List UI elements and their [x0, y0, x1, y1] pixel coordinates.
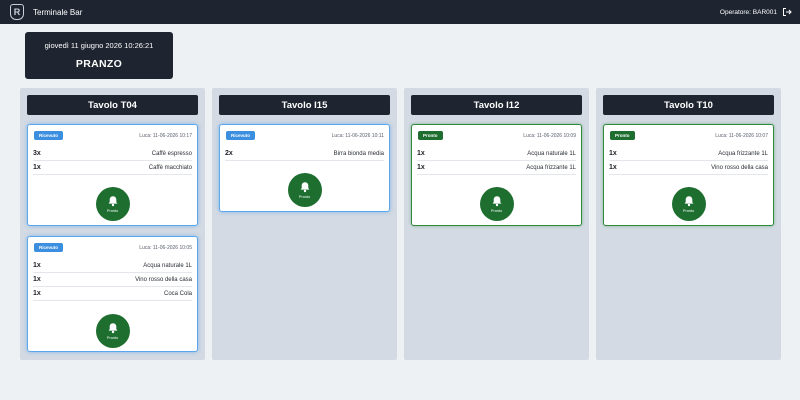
item-qty: 2x — [225, 150, 233, 157]
order-item: 1x Caffè macchiato — [33, 161, 192, 175]
bell-icon — [492, 196, 501, 207]
order-card[interactable]: Pronto Luca: 11-06-2026 10:09 1x Acqua n… — [411, 124, 582, 226]
order-item: 1x Acqua frizzante 1L — [609, 147, 768, 161]
item-name: Acqua frizzante 1L — [718, 150, 768, 157]
mark-ready-button[interactable]: Pronto — [479, 187, 514, 221]
status-badge: Pronto — [418, 131, 443, 140]
order-item: 2x Birra bionda media — [225, 147, 384, 161]
item-name: Coca Cola — [163, 290, 192, 297]
item-qty: 1x — [33, 290, 41, 297]
order-item: 3x Caffè espresso — [33, 147, 192, 161]
table-header: Tavolo T10 — [603, 95, 774, 115]
status-badge: Pronto — [610, 131, 635, 140]
shift-name: PRANZO — [75, 58, 123, 70]
ready-button-label: Pronto — [490, 209, 503, 213]
item-name: Caffè macchiato — [148, 164, 192, 171]
logout-icon[interactable] — [782, 7, 792, 17]
order-card[interactable]: Ricevuto Luca: 11-06-2026 10:05 1x Acqua… — [27, 236, 198, 352]
item-qty: 1x — [609, 164, 617, 171]
ready-button-label: Pronto — [106, 209, 119, 213]
item-name: Birra bionda media — [333, 150, 384, 157]
order-meta: Luca: 11-06-2026 10:17 — [139, 132, 192, 139]
item-qty: 1x — [609, 150, 617, 157]
mark-ready-button[interactable]: Pronto — [671, 187, 706, 221]
item-name: Acqua naturale 1L — [527, 150, 576, 157]
table-column-i15: Tavolo I15 Ricevuto Luca: 11-06-2026 10:… — [212, 88, 397, 360]
item-name: Vino rosso della casa — [135, 276, 192, 283]
table-header: Tavolo T04 — [27, 95, 198, 115]
order-meta: Luca: 11-06-2026 10:05 — [139, 244, 192, 251]
item-name: Vino rosso della casa — [711, 164, 768, 171]
ready-button-label: Pronto — [682, 209, 695, 213]
table-column-t10: Tavolo T10 Pronto Luca: 11-06-2026 10:07… — [596, 88, 781, 360]
app-title: Terminale Bar — [33, 7, 83, 17]
bell-icon — [684, 196, 693, 207]
order-meta: Luca: 11-06-2026 10:07 — [715, 132, 768, 139]
item-qty: 3x — [33, 150, 41, 157]
order-meta: Luca: 11-06-2026 10:09 — [523, 132, 576, 139]
item-qty: 1x — [33, 164, 41, 171]
table-column-i12: Tavolo I12 Pronto Luca: 11-06-2026 10:09… — [404, 88, 589, 360]
order-item: 1x Acqua frizzante 1L — [417, 161, 576, 175]
order-card[interactable]: Pronto Luca: 11-06-2026 10:07 1x Acqua f… — [603, 124, 774, 226]
bell-icon — [300, 182, 309, 193]
item-name: Acqua naturale 1L — [143, 262, 192, 269]
status-badge: Ricevuto — [34, 243, 64, 252]
item-name: Caffè espresso — [151, 150, 192, 157]
order-item: 1x Acqua naturale 1L — [33, 259, 192, 273]
table-column-t04: Tavolo T04 Ricevuto Luca: 11-06-2026 10:… — [20, 88, 205, 360]
order-meta: Luca: 11-06-2026 10:11 — [331, 132, 384, 139]
shift-panel: giovedì 11 giugno 2026 10:26:21 PRANZO — [25, 32, 173, 79]
item-qty: 1x — [33, 262, 41, 269]
ready-button-label: Pronto — [298, 195, 311, 199]
operator-label: Operatore: BAR001 — [719, 8, 777, 16]
ready-button-label: Pronto — [106, 336, 119, 340]
order-item: 1x Vino rosso della casa — [33, 273, 192, 287]
table-header: Tavolo I12 — [411, 95, 582, 115]
mark-ready-button[interactable]: Pronto — [287, 173, 322, 207]
order-card[interactable]: Ricevuto Luca: 11-06-2026 10:17 3x Caffè… — [27, 124, 198, 226]
status-badge: Ricevuto — [34, 131, 64, 140]
item-name: Acqua frizzante 1L — [526, 164, 576, 171]
order-item: 1x Acqua naturale 1L — [417, 147, 576, 161]
mark-ready-button[interactable]: Pronto — [95, 187, 130, 221]
order-item: 1x Coca Cola — [33, 287, 192, 301]
item-qty: 1x — [417, 164, 425, 171]
table-header: Tavolo I15 — [219, 95, 390, 115]
order-item: 1x Vino rosso della casa — [609, 161, 768, 175]
operator-info: Operatore: BAR001 — [720, 7, 792, 17]
current-datetime: giovedì 11 giugno 2026 10:26:21 — [44, 41, 154, 50]
item-qty: 1x — [417, 150, 425, 157]
mark-ready-button[interactable]: Pronto — [95, 314, 130, 348]
item-qty: 1x — [33, 276, 41, 283]
status-badge: Ricevuto — [226, 131, 256, 140]
order-card[interactable]: Ricevuto Luca: 11-06-2026 10:11 2x Birra… — [219, 124, 390, 212]
top-bar: R Terminale Bar Operatore: BAR001 — [0, 0, 800, 24]
bell-icon — [108, 196, 117, 207]
bell-icon — [108, 323, 117, 334]
app-logo-icon: R — [10, 4, 24, 20]
